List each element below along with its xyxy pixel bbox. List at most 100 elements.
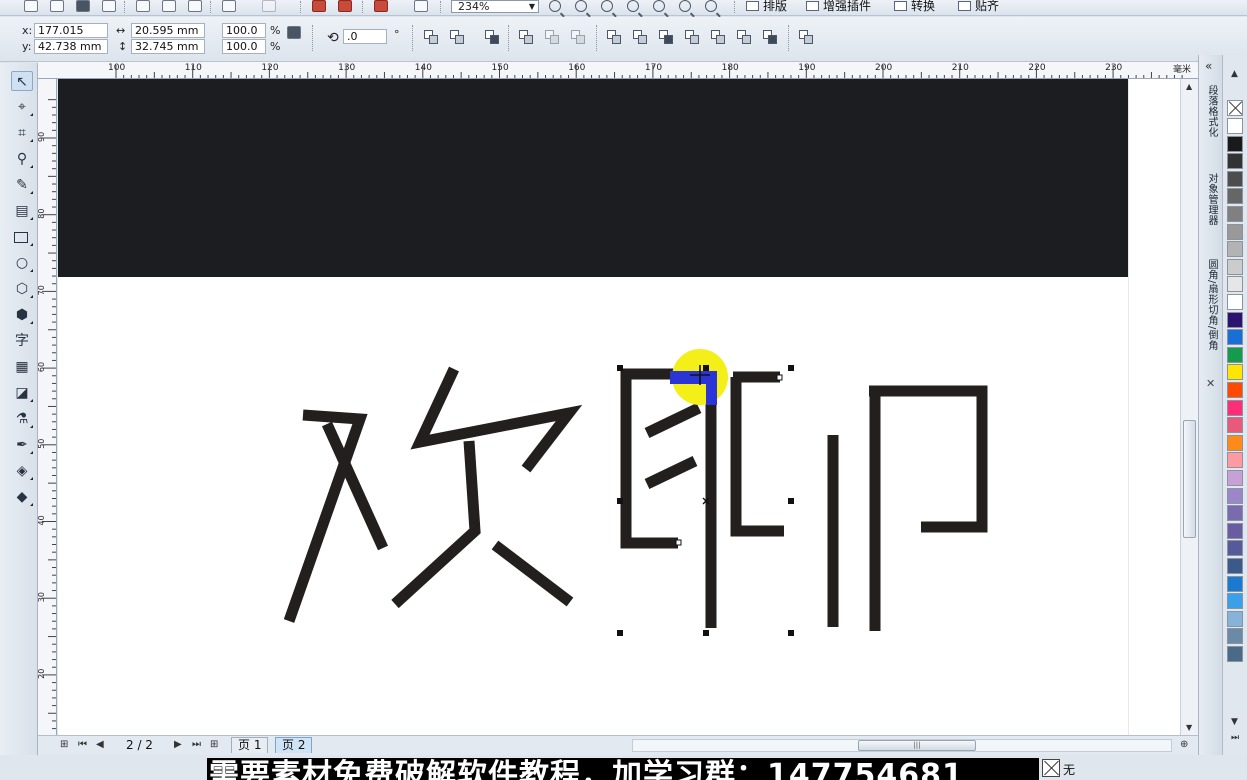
zoom-width-icon[interactable] [679, 0, 691, 12]
color-swatch[interactable] [1227, 346, 1243, 363]
paste-icon[interactable] [188, 0, 202, 12]
simplify-icon[interactable] [684, 29, 700, 45]
ellipse-tool-icon[interactable]: ○ [11, 253, 33, 273]
export-icon[interactable] [338, 0, 352, 12]
color-swatch[interactable] [1227, 258, 1243, 275]
mirror-horizontal-icon[interactable] [423, 29, 439, 45]
intersect-icon[interactable] [658, 29, 674, 45]
color-swatch[interactable] [1227, 329, 1243, 346]
no-color-swatch[interactable] [1227, 100, 1243, 116]
welcome-text-artwork[interactable]: 欢迎 [58, 79, 1197, 735]
text-tool-icon[interactable]: 字 [11, 331, 33, 351]
last-page-icon[interactable]: ⏭ [192, 739, 201, 750]
add-page-before-icon[interactable]: ⊞ [60, 739, 68, 750]
table-tool-icon[interactable]: ▦ [11, 357, 33, 377]
color-swatch[interactable] [1227, 487, 1243, 504]
tab-page-2[interactable]: 页 2 [275, 737, 313, 753]
color-swatch[interactable] [1227, 382, 1243, 398]
scale-width-field[interactable]: 100.0 [222, 23, 266, 38]
weld-icon[interactable] [606, 29, 622, 45]
basic-shapes-tool-icon[interactable]: ⬢ [11, 305, 33, 325]
smart-fill-tool-icon[interactable]: ▤ [11, 201, 33, 221]
arrange-menu-button[interactable]: 排版 [746, 0, 787, 12]
color-swatch[interactable] [1227, 153, 1243, 170]
ungroup-icon[interactable] [544, 29, 560, 45]
collapse-docker-icon[interactable]: « [1205, 59, 1212, 73]
height-field[interactable]: 32.745 mm [131, 39, 205, 54]
color-swatch[interactable] [1227, 558, 1243, 574]
color-swatch[interactable] [1227, 434, 1243, 451]
vertical-scroll-thumb[interactable] [1183, 420, 1196, 538]
rotation-angle-field[interactable]: .0 [343, 29, 387, 44]
color-swatch[interactable] [1227, 311, 1243, 328]
open-icon[interactable] [50, 0, 64, 12]
interactive-fill-tool-icon[interactable]: ◆ [11, 487, 33, 507]
lock-ratio-icon[interactable] [287, 26, 301, 39]
scroll-up-icon[interactable]: ▲ [1186, 82, 1192, 91]
color-swatch[interactable] [1227, 470, 1243, 486]
pick-tool-icon[interactable]: ↖ [11, 71, 33, 91]
front-minus-back-icon[interactable] [710, 29, 726, 45]
vertical-scrollbar[interactable]: ▲ ▼ [1180, 79, 1198, 735]
horizontal-ruler[interactable]: 100 110 120 130 140 150 160 170 180 190 200 210 220 2… [38, 62, 1198, 79]
horizontal-scrollbar[interactable]: ||| [632, 739, 1172, 752]
plugins-menu-button[interactable]: 增强插件 [806, 0, 871, 12]
x-position-field[interactable]: 177.015 mm [34, 23, 108, 50]
undo-icon[interactable] [222, 0, 236, 12]
scroll-down-icon[interactable]: ▼ [1186, 723, 1192, 732]
color-swatch[interactable] [1227, 364, 1243, 381]
trim-icon[interactable] [632, 29, 648, 45]
next-page-icon[interactable]: ▶ [174, 739, 182, 750]
color-swatch[interactable] [1227, 628, 1243, 645]
align-distribute-icon[interactable] [798, 29, 814, 45]
previous-page-icon[interactable]: ◀ [96, 739, 104, 750]
color-swatch[interactable] [1227, 575, 1243, 592]
back-minus-front-icon[interactable] [736, 29, 752, 45]
zoom-page-icon[interactable] [653, 0, 665, 12]
zoom-selected-icon[interactable] [601, 0, 613, 12]
print-icon[interactable] [102, 0, 116, 12]
outline-tool-icon[interactable]: ✒ [11, 435, 33, 455]
add-page-after-icon[interactable]: ⊞ [210, 739, 218, 750]
eyedropper-tool-icon[interactable]: ⚗ [11, 409, 33, 429]
color-swatch[interactable] [1227, 206, 1243, 222]
color-swatch[interactable] [1227, 522, 1243, 539]
horizontal-scroll-thumb[interactable]: ||| [858, 740, 976, 751]
crop-tool-icon[interactable]: ⌗ [11, 123, 33, 143]
color-swatch[interactable] [1227, 593, 1243, 610]
redo-icon[interactable] [262, 0, 276, 12]
y-position-field[interactable]: 42.738 mm [34, 39, 108, 54]
zoom-height-icon[interactable] [705, 0, 717, 12]
palette-scroll-down-icon[interactable]: ▼ [1231, 717, 1238, 727]
tab-page-1[interactable]: 页 1 [231, 737, 269, 753]
group-icon[interactable] [518, 29, 534, 45]
color-swatch[interactable] [1227, 540, 1243, 557]
docker-tab-fillet-scallop-chamfer[interactable]: 圆角/扇形切角/倒角 [1202, 259, 1220, 351]
snap-menu-button[interactable]: 贴齐 [958, 0, 999, 12]
color-swatch[interactable] [1227, 452, 1243, 469]
color-swatch[interactable] [1227, 188, 1243, 205]
shape-tool-icon[interactable]: ⌖ [11, 97, 33, 117]
save-icon[interactable] [76, 0, 90, 12]
import-icon[interactable] [312, 0, 326, 12]
color-swatch[interactable] [1227, 170, 1243, 187]
color-swatch[interactable] [1227, 294, 1243, 310]
width-field[interactable]: 20.595 mm [131, 23, 205, 38]
color-swatch[interactable] [1227, 276, 1243, 293]
color-swatch[interactable] [1227, 118, 1243, 134]
blend-tool-icon[interactable]: ◪ [11, 383, 33, 403]
palette-scroll-up-icon[interactable]: ▲ [1231, 69, 1238, 79]
rectangle-tool-icon[interactable] [11, 227, 33, 247]
color-swatch[interactable] [1227, 505, 1243, 522]
docker-tab-object-manager[interactable]: 对象管理器 [1202, 173, 1220, 226]
drawing-canvas[interactable]: 欢迎 [58, 79, 1197, 735]
cut-icon[interactable] [136, 0, 150, 12]
palette-expand-icon[interactable]: ⏭ [1231, 733, 1239, 743]
first-page-icon[interactable]: ⏮ [78, 739, 87, 750]
combine-icon[interactable] [484, 29, 500, 45]
docker-tab-paragraph-format[interactable]: 段落格式化 [1202, 85, 1220, 138]
create-boundary-icon[interactable] [762, 29, 778, 45]
zoom-level-select[interactable]: 234% ▼ [451, 0, 539, 13]
freehand-tool-icon[interactable]: ✎ [11, 175, 33, 195]
color-swatch[interactable] [1227, 610, 1243, 627]
